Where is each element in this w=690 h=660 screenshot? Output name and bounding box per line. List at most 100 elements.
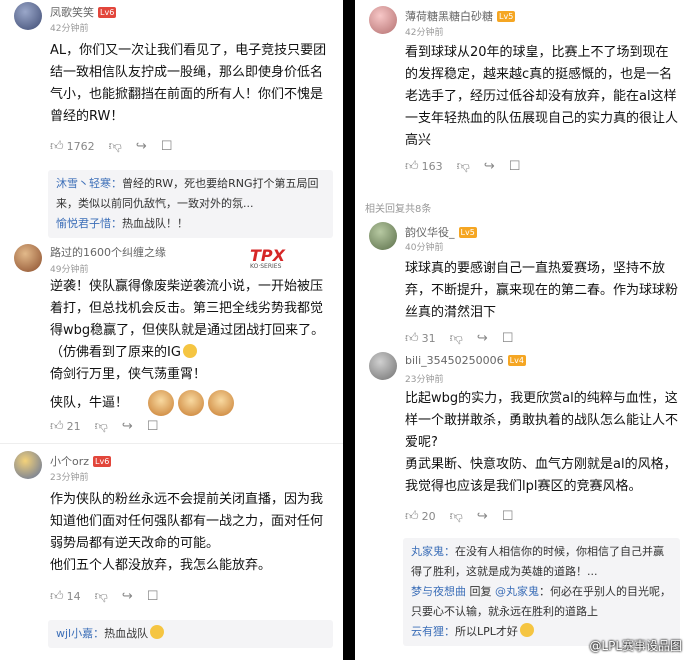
comment-icon: ☐	[501, 509, 514, 524]
avatar[interactable]	[369, 222, 397, 250]
avatar[interactable]	[369, 6, 397, 34]
share-button[interactable]: ↪	[484, 160, 495, 173]
reply-item[interactable]: 丸家鬼：在没有人相信你的时候，你相信了自己并赢得了胜利，这就是成为英雄的道路！.…	[411, 542, 672, 582]
share-button[interactable]: ↪	[122, 590, 133, 603]
sticker-emoji-icon	[519, 623, 534, 637]
comment-button[interactable]: ☐	[502, 332, 514, 345]
comment-icon: ☐	[160, 139, 173, 154]
avatar[interactable]	[14, 2, 42, 30]
like-count: 14	[66, 590, 81, 603]
username[interactable]: 路过的1600个纠缠之缘	[50, 244, 166, 260]
like-button[interactable]: 👍︎ 163	[405, 160, 443, 173]
avatar[interactable]	[14, 451, 42, 479]
watermark: @LPL赛事设品图	[589, 639, 682, 653]
thumb-up-icon: 👍︎	[405, 509, 419, 524]
reply-username[interactable]: 愉悦君子惜：	[56, 217, 122, 230]
reply-username[interactable]: 梦与夜想曲	[411, 585, 466, 598]
comment-paragraph: 倚剑行万里，侠气荡重霄！	[50, 367, 207, 382]
comment-button[interactable]: ☐	[161, 140, 173, 153]
level-badge: Lv4	[507, 355, 526, 366]
dislike-button[interactable]: 👎︎	[95, 590, 108, 603]
thumb-down-icon: 👎︎	[456, 159, 470, 174]
avatar[interactable]	[369, 352, 397, 380]
comment-text: 作为侠队的粉丝永远不会提前关闭直播，因为我知道他们面对任何强队都有一战之力，面对…	[50, 489, 333, 577]
timestamp: 49分钟前	[50, 265, 89, 275]
thumb-down-icon: 👎︎	[94, 419, 108, 434]
username-text: 薄荷糖黑糖白砂糖	[405, 10, 493, 23]
username[interactable]: 小个orz Lv6	[50, 453, 112, 469]
dislike-button[interactable]: 👎︎	[450, 510, 463, 523]
reply-item[interactable]: wjl小嘉：热血战队	[56, 624, 325, 644]
reply-text: 所以LPL才好	[455, 625, 518, 638]
like-button[interactable]: 👍︎ 21	[50, 420, 81, 433]
level-badge: Lv5	[497, 11, 516, 22]
team-logo-tpx: TPX KO·SERIES	[250, 246, 285, 270]
reply-item[interactable]: 沐雪丶轻寒：曾经的RW，死也要给RNG打个第五局回来，类似以前同仇敌忾，一致对外…	[56, 174, 325, 214]
comment-button[interactable]: ☐	[502, 510, 514, 523]
comment-button[interactable]: ☐	[147, 590, 159, 603]
comment-item: 薄荷糖黑糖白砂糖 Lv5 42分钟前 看到球球从20年的球皇，比赛上不了场到现在的…	[355, 0, 690, 192]
dislike-button[interactable]: 👎︎	[95, 420, 108, 433]
like-button[interactable]: 👍︎ 20	[405, 510, 436, 523]
share-icon: ↪	[121, 589, 133, 604]
reply-username[interactable]: 云有狸：	[411, 625, 455, 638]
thumb-up-icon: 👍︎	[405, 159, 419, 174]
share-button[interactable]: ↪	[122, 420, 133, 433]
logo-subtext: KO·SERIES	[250, 263, 282, 270]
comment-icon: ☐	[146, 419, 159, 434]
sticker-emoji-icon	[178, 390, 205, 416]
reply-username[interactable]: wjl小嘉：	[56, 627, 104, 640]
share-button[interactable]: ↪	[477, 332, 488, 345]
username[interactable]: 韵仪华役_ Lv5	[405, 224, 477, 240]
thumb-down-icon: 👎︎	[94, 589, 108, 604]
dislike-button[interactable]: 👎︎	[109, 140, 122, 153]
comment-button[interactable]: ☐	[147, 420, 159, 433]
username[interactable]: 薄荷糖黑糖白砂糖 Lv5	[405, 8, 516, 24]
right-screenshot-panel: 薄荷糖黑糖白砂糖 Lv5 42分钟前 看到球球从20年的球皇，比赛上不了场到现在的…	[355, 0, 690, 660]
like-count: 1762	[66, 140, 95, 153]
related-replies-label: 相关回复共8条	[365, 204, 432, 215]
level-badge: Lv6	[98, 7, 117, 18]
like-button[interactable]: 👍︎ 14	[50, 590, 81, 603]
username-text: 小个orz	[50, 455, 90, 468]
action-bar: 👍︎ 20 👎︎ ↪ ☐	[405, 510, 513, 523]
share-icon: ↪	[476, 331, 488, 346]
action-bar: 👍︎ 14 👎︎ ↪ ☐	[50, 590, 158, 603]
comment-button[interactable]: ☐	[509, 160, 521, 173]
reply-username[interactable]: 丸家鬼：	[411, 545, 455, 558]
timestamp: 42分钟前	[50, 24, 89, 34]
reply-item[interactable]: 愉悦君子惜：热血战队！！	[56, 214, 325, 234]
share-button[interactable]: ↪	[477, 510, 488, 523]
username[interactable]: bili_35450250006 Lv4	[405, 354, 526, 367]
comment-paragraph: 他们五个人都没放弃，我怎么能放弃。	[50, 558, 272, 573]
comment-text: 比起wbg的实力，我更欣赏al的纯粹与血性，这样一个敢拼敢杀，勇敢执着的战队怎么…	[405, 388, 680, 498]
reply-list[interactable]: 丸家鬼：在没有人相信你的时候，你相信了自己并赢得了胜利，这就是成为英雄的道路！.…	[403, 538, 680, 646]
share-button[interactable]: ↪	[136, 140, 147, 153]
like-count: 163	[421, 160, 443, 173]
username-text: bili_35450250006	[405, 354, 504, 367]
reply-mention[interactable]: @丸家鬼	[495, 585, 539, 598]
reply-item[interactable]: 梦与夜想曲 回复 @丸家鬼：何必在乎别人的目光呢，只要心不认输，就永远在胜利的道…	[411, 582, 672, 622]
avatar[interactable]	[14, 244, 42, 272]
share-icon: ↪	[483, 159, 495, 174]
like-button[interactable]: 👍︎ 31	[405, 332, 436, 345]
like-count: 20	[421, 510, 436, 523]
like-count: 31	[421, 332, 436, 345]
level-badge: Lv6	[93, 456, 112, 467]
reply-list[interactable]: wjl小嘉：热血战队	[48, 620, 333, 648]
reply-username[interactable]: 沐雪丶轻寒：	[56, 177, 122, 190]
reply-list[interactable]: 沐雪丶轻寒：曾经的RW，死也要给RNG打个第五局回来，类似以前同仇敌忾，一致对外…	[48, 170, 333, 238]
share-icon: ↪	[135, 139, 147, 154]
dislike-button[interactable]: 👎︎	[457, 160, 470, 173]
like-count: 21	[66, 420, 81, 433]
like-button[interactable]: 👍︎ 1762	[50, 140, 95, 153]
comment-paragraph-text: （仿佛看到了原来的IG	[50, 345, 181, 360]
comment-item: 韵仪华役_ Lv5 40分钟前 球球真的要感谢自己一直热爱赛场，坚持不放弃，不断提…	[355, 218, 690, 350]
thumb-down-icon: 👎︎	[449, 509, 463, 524]
timestamp: 42分钟前	[405, 28, 444, 38]
thumb-up-icon: 👍︎	[50, 589, 64, 604]
dislike-button[interactable]: 👎︎	[450, 332, 463, 345]
comment-item: 路过的1600个纠缠之缘 49分钟前 TPX KO·SERIES 逆袭！侠队赢得像…	[0, 240, 343, 445]
username[interactable]: 凤歌笑笑 Lv6	[50, 4, 117, 20]
comment-paragraph-text: 侠队，牛逼！	[50, 395, 129, 411]
